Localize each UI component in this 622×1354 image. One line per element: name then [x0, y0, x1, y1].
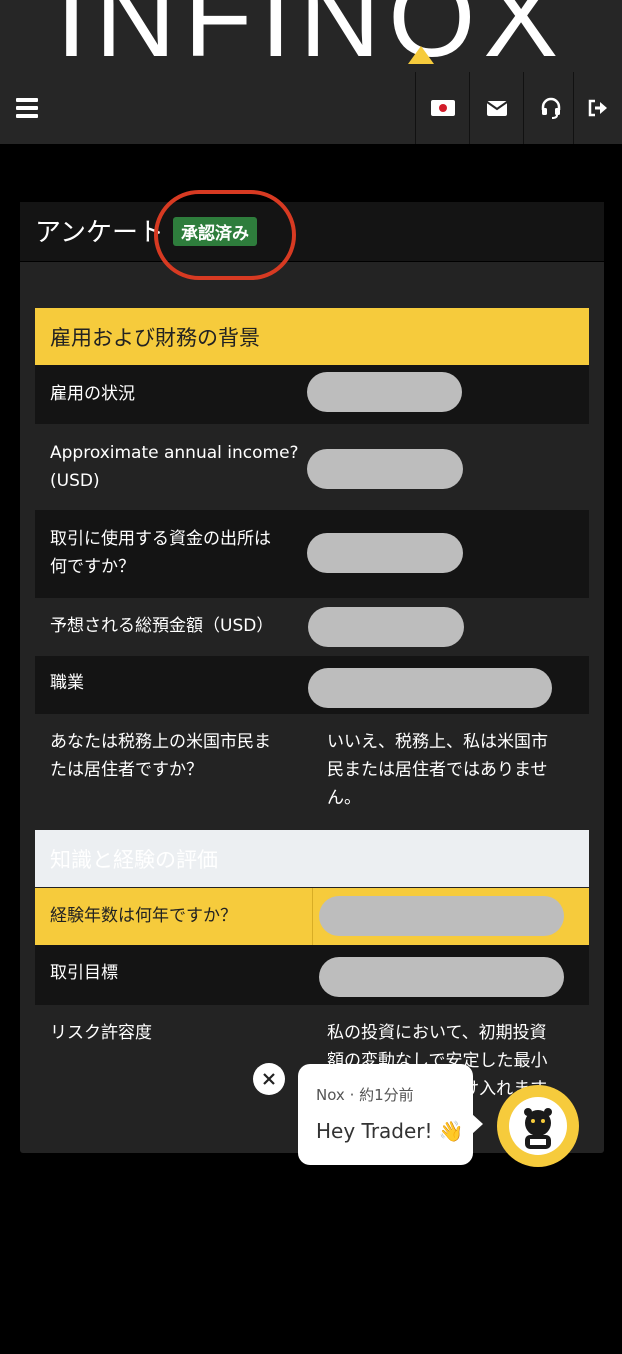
support-button[interactable] [523, 72, 577, 144]
chat-meta: Nox · 約1分前 [316, 1086, 414, 1104]
logout-icon [588, 99, 607, 117]
card-title: アンケート [35, 218, 164, 248]
chat-close-button[interactable] [253, 1063, 285, 1095]
redacted-value [307, 449, 463, 489]
logo-band: INFINOX [0, 0, 622, 72]
row-label: 予想される総預金額（USD） [50, 616, 274, 636]
logo-triangle-icon [408, 46, 434, 64]
brand-logo: INFINOX [55, 0, 567, 72]
table-row: 取引目標 [35, 945, 589, 1005]
redacted-value [319, 957, 564, 997]
redacted-value [308, 668, 552, 708]
questionnaire-card: アンケート 承認済み 雇用および財務の背景 雇用の状況 Approximate … [20, 190, 604, 1153]
table-row: 経験年数は何年ですか？ [35, 888, 589, 945]
section-knowledge-header: 知識と経験の評価 [35, 830, 589, 887]
nav-bar [0, 72, 622, 144]
row-label: 雇用の状況 [50, 384, 135, 404]
close-icon [263, 1073, 275, 1085]
redacted-value [307, 372, 462, 412]
mail-button[interactable] [469, 72, 523, 144]
row-label: Approximate annual income? (USD) [50, 443, 299, 491]
table-row: 取引に使用する資金の出所は 何ですか？ [35, 510, 589, 598]
row-label: リスク許容度 [50, 1023, 152, 1043]
logout-button[interactable] [573, 72, 622, 144]
redacted-value [308, 607, 464, 647]
chat-message: Hey Trader! 👋 [316, 1119, 464, 1143]
redacted-value [307, 533, 463, 573]
chat-bubble[interactable]: Nox · 約1分前 Hey Trader! 👋 [298, 1064, 483, 1165]
row-label: 職業 [50, 673, 84, 693]
panther-avatar-icon [509, 1097, 567, 1155]
table-row: Approximate annual income? (USD) [35, 424, 589, 510]
redacted-value [319, 896, 564, 936]
row-label: 経験年数は何年ですか？ [50, 906, 237, 926]
section-knowledge-title: 知識と経験の評価 [50, 847, 218, 872]
card-header: アンケート 承認済み [20, 190, 604, 280]
row-label: 取引目標 [50, 963, 118, 983]
chat-avatar-button[interactable] [497, 1085, 579, 1167]
table-row: 職業 [35, 656, 589, 714]
row-value: いいえ、税務上、私は米国市 民または居住者ではありませ ん。 [327, 732, 548, 808]
headset-icon [541, 97, 560, 119]
row-label: あなたは税務上の米国市民ま たは居住者ですか？ [50, 732, 271, 780]
section-employment-title: 雇用および財務の背景 [50, 325, 260, 350]
table-row: 予想される総預金額（USD） [35, 598, 589, 656]
mail-icon [486, 100, 507, 116]
section-employment-header: 雇用および財務の背景 [35, 308, 589, 365]
row-label: 取引に使用する資金の出所は 何ですか？ [50, 529, 271, 577]
table-row: あなたは税務上の米国市民ま たは居住者ですか？ いいえ、税務上、私は米国市 民ま… [35, 714, 589, 830]
table-row: 雇用の状況 [35, 365, 589, 424]
language-button[interactable] [415, 72, 469, 144]
highlight-ring [154, 190, 296, 280]
japan-flag-icon [430, 100, 455, 116]
hamburger-icon[interactable] [16, 98, 38, 118]
